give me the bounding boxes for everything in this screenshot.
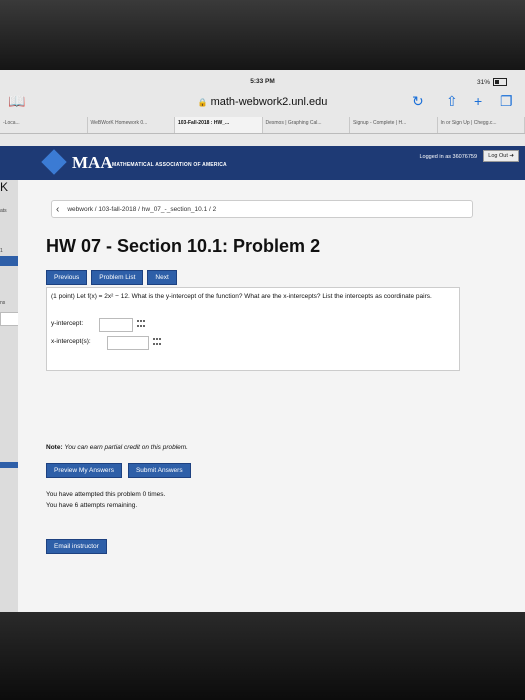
sidebar-box[interactable] <box>0 312 20 326</box>
maa-logo-text: MAA <box>72 153 113 172</box>
note-label: Note: <box>46 444 63 451</box>
next-button[interactable]: Next <box>147 270 177 285</box>
problem-text: (1 point) Let f(x) = 2x² − 12. What is t… <box>51 293 432 300</box>
maa-logo-icon <box>41 149 67 175</box>
sidebar-item-2[interactable]: ns <box>0 300 5 306</box>
tab-3[interactable]: Desmos | Graphing Cal... <box>263 117 350 133</box>
device-bezel-top <box>0 0 525 70</box>
breadcrumb-path[interactable]: webwork / 103-fall-2018 / hw_07_-_sectio… <box>67 206 216 213</box>
email-wrapper: Email instructor <box>46 535 107 554</box>
preview-answers-button[interactable]: Preview My Answers <box>46 463 122 478</box>
logout-label: Log Out <box>488 153 508 159</box>
submit-answers-button[interactable]: Submit Answers <box>127 463 191 478</box>
y-intercept-label: y-intercept: <box>51 320 84 327</box>
problem-box: (1 point) Let f(x) = 2x² − 12. What is t… <box>46 287 460 371</box>
partial-credit-note: Note: You can earn partial credit on thi… <box>46 444 188 451</box>
attempts-line-2: You have 6 attempts remaining. <box>46 502 138 509</box>
back-chevron-icon[interactable]: ‹ <box>52 204 67 215</box>
problem-list-button[interactable]: Problem List <box>91 270 144 285</box>
logout-button[interactable]: Log Out ➜ <box>483 150 519 162</box>
battery: 31% <box>477 78 507 86</box>
reload-icon[interactable]: ↻ <box>412 93 424 110</box>
email-instructor-button[interactable]: Email instructor <box>46 539 107 554</box>
y-intercept-input[interactable] <box>99 318 133 332</box>
tab-strip: -Loca... WeBWorK Homework 0... 103-Fall-… <box>0 117 525 134</box>
battery-icon <box>493 78 507 86</box>
main-content: ‹ webwork / 103-fall-2018 / hw_07_-_sect… <box>18 180 525 612</box>
attempts-info: You have attempted this problem 0 times.… <box>46 489 165 511</box>
lock-icon: 🔒 <box>197 98 208 107</box>
previous-button[interactable]: Previous <box>46 270 88 285</box>
equation-editor-icon[interactable] <box>137 320 146 328</box>
status-time: 5:33 PM <box>250 78 275 85</box>
tab-2-active[interactable]: 103-Fall-2018 : HW_... <box>175 117 263 133</box>
sidebar-letter: K <box>0 180 9 194</box>
sidebar-item-1[interactable]: 1 <box>0 248 3 254</box>
page-title: HW 07 - Section 10.1: Problem 2 <box>46 236 321 256</box>
browser-screen: 5:33 PM 31% 📖 🔒 math-webwork2.unl.edu ↻ ⇧… <box>0 70 525 612</box>
breadcrumb: ‹ webwork / 103-fall-2018 / hw_07_-_sect… <box>51 200 473 218</box>
device-bezel-bottom <box>0 612 525 700</box>
share-icon[interactable]: ⇧ <box>446 93 458 110</box>
url-bar[interactable]: 📖 🔒 math-webwork2.unl.edu ↻ ⇧ + ❐ <box>0 90 525 116</box>
tabs-overview-icon[interactable]: ❐ <box>500 93 513 110</box>
x-intercepts-input[interactable] <box>107 336 149 350</box>
tab-1[interactable]: WeBWorK Homework 0... <box>88 117 175 133</box>
status-bar: 5:33 PM 31% <box>0 78 525 90</box>
sidebar: K ats 1 ns <box>0 180 20 612</box>
note-text: You can earn partial credit on this prob… <box>64 444 188 451</box>
battery-percent: 31% <box>476 78 490 86</box>
problem-nav: Previous Problem List Next <box>46 270 177 285</box>
maa-subtitle: MATHEMATICAL ASSOCIATION OF AMERICA <box>112 162 227 168</box>
sidebar-bar-2[interactable] <box>0 462 18 468</box>
site-header: MAA MATHEMATICAL ASSOCIATION OF AMERICA … <box>0 146 525 180</box>
logout-arrow-icon: ➜ <box>509 153 514 159</box>
sidebar-active-bar[interactable] <box>0 256 18 266</box>
equation-editor-icon-2[interactable] <box>153 338 162 346</box>
sidebar-item-0[interactable]: ats <box>0 208 7 214</box>
x-intercepts-label: x-intercept(s): <box>51 338 91 345</box>
new-tab-icon[interactable]: + <box>474 93 482 109</box>
attempts-line-1: You have attempted this problem 0 times. <box>46 491 166 498</box>
answer-actions: Preview My Answers Submit Answers <box>46 463 191 478</box>
tab-5[interactable]: In or Sign Up | Chegg.c... <box>438 117 525 133</box>
logged-in-text: Logged in as 36076759 <box>419 154 478 160</box>
tab-0[interactable]: -Loca... <box>0 117 88 133</box>
tab-4[interactable]: Signup - Complete | H... <box>350 117 438 133</box>
